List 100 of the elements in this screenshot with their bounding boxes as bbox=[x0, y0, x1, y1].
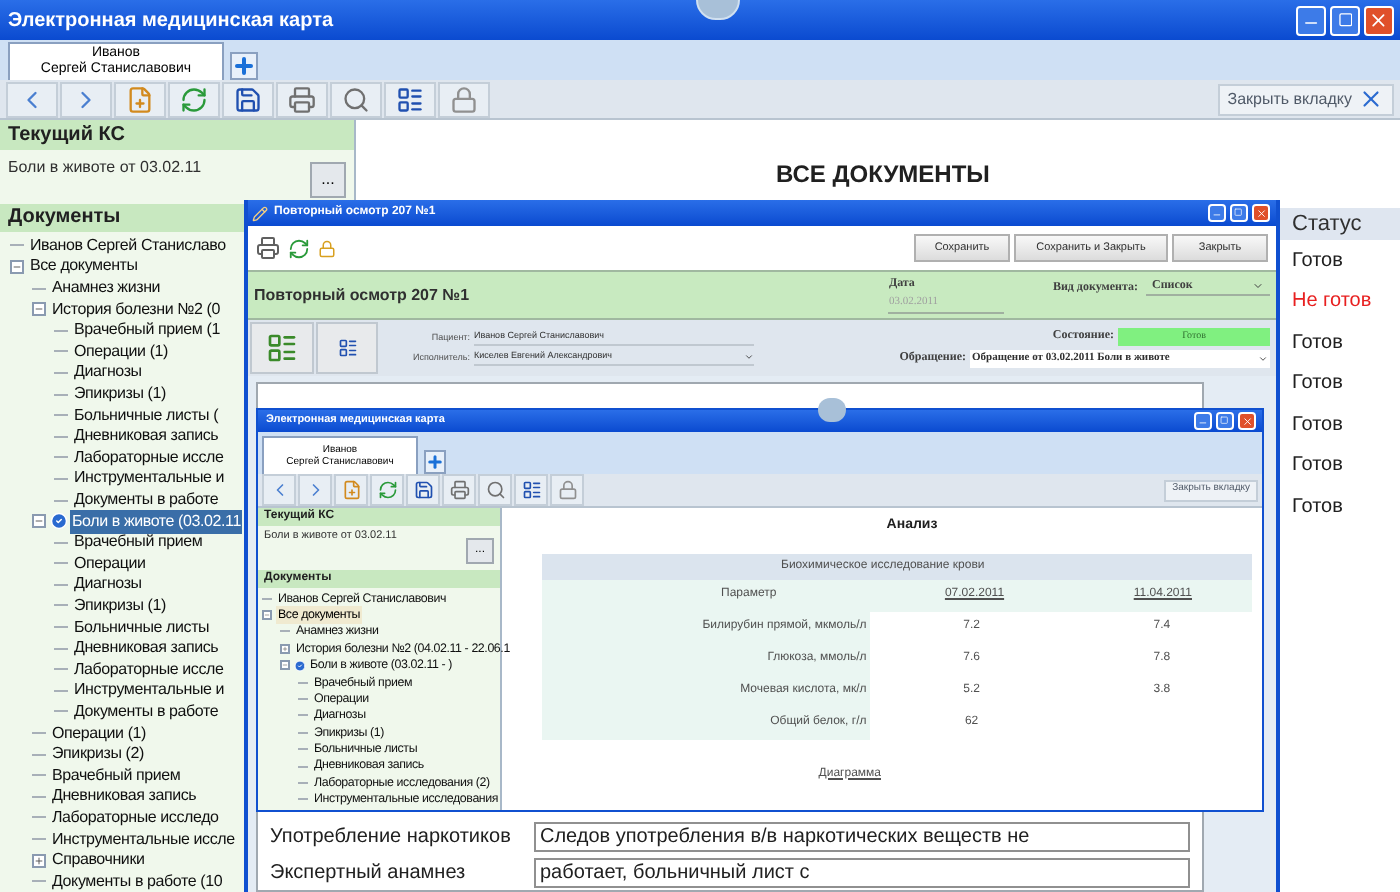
toolbar-button[interactable] bbox=[438, 81, 490, 117]
tree-line bbox=[31, 732, 45, 735]
tree-item[interactable]: Врачебный прием (1 bbox=[72, 318, 222, 343]
collapse-toggle[interactable] bbox=[9, 259, 23, 274]
close-button[interactable] bbox=[1238, 412, 1256, 430]
maximize-button[interactable] bbox=[1330, 5, 1360, 35]
maximize-button[interactable] bbox=[1230, 204, 1248, 222]
field-label: Экспертный анамнез bbox=[270, 859, 468, 887]
close-icon bbox=[1368, 9, 1390, 31]
collapse-toggle[interactable] bbox=[280, 660, 290, 671]
toolbar-button[interactable] bbox=[222, 81, 274, 117]
tree-item[interactable]: Дневниковая запись bbox=[72, 636, 221, 661]
minimize-button[interactable] bbox=[1194, 412, 1212, 430]
tree-item[interactable]: Операции bbox=[72, 551, 148, 576]
toolbar-button[interactable] bbox=[478, 474, 512, 506]
tree-line bbox=[31, 880, 45, 883]
minimize-button[interactable] bbox=[1208, 204, 1226, 222]
lock-icon bbox=[318, 239, 336, 257]
toolbar-button[interactable] bbox=[384, 81, 436, 117]
toolbar-button[interactable] bbox=[168, 81, 220, 117]
tree-item[interactable]: Врачебный прием bbox=[50, 763, 183, 788]
tree-item[interactable]: Все документы bbox=[28, 254, 140, 279]
tree-item[interactable]: Документы в работе bbox=[72, 699, 221, 724]
input-field[interactable]: работает, больничный лист с bbox=[534, 857, 1190, 887]
select-case-button[interactable]: ... bbox=[310, 162, 346, 198]
tree-item[interactable]: Документы в работе (10 bbox=[50, 869, 225, 892]
toolbar-button[interactable] bbox=[406, 474, 440, 506]
minus-icon bbox=[282, 662, 288, 669]
status-cell-text: Готов bbox=[1290, 493, 1345, 522]
tree-item[interactable]: Лабораторные иссле bbox=[72, 445, 226, 470]
tree-line bbox=[53, 456, 67, 459]
toolbar-button[interactable] bbox=[514, 474, 548, 506]
maximize-button[interactable] bbox=[1216, 412, 1234, 430]
tree-item[interactable]: Эпикризы (1) bbox=[72, 593, 168, 618]
tree-line bbox=[53, 647, 67, 650]
tree-item[interactable]: Операции (1) bbox=[72, 339, 171, 364]
tree-item[interactable]: Врачебный прием bbox=[72, 530, 205, 555]
list-button[interactable] bbox=[316, 322, 378, 374]
tree-line bbox=[53, 477, 67, 480]
tree-item[interactable]: Справочники bbox=[50, 848, 147, 873]
tree-item[interactable]: Дневниковая запись bbox=[72, 424, 221, 449]
expand-toggle[interactable] bbox=[31, 853, 45, 868]
lock-icon bbox=[450, 85, 478, 113]
collapse-toggle[interactable] bbox=[262, 610, 272, 621]
maximize-icon bbox=[1234, 208, 1244, 218]
input-field[interactable]: Следов употребления в/в наркотических веществ не bbox=[534, 821, 1190, 851]
tree-line bbox=[31, 816, 45, 819]
save-icon bbox=[413, 480, 433, 500]
preview-icon bbox=[485, 480, 505, 500]
close-tab-button[interactable]: Закрыть вкладку bbox=[1217, 83, 1394, 115]
check-circle-icon bbox=[294, 659, 306, 672]
tree-item[interactable]: Инструментальные и bbox=[72, 466, 227, 491]
tree-item[interactable]: Иванов Сергей Станиславо bbox=[28, 233, 228, 258]
tree-item[interactable]: Лабораторные исследо bbox=[50, 805, 221, 830]
expand-toggle[interactable] bbox=[280, 643, 290, 654]
tree-line bbox=[9, 244, 23, 247]
tree-item[interactable]: Дневниковая запись bbox=[50, 784, 199, 809]
tree-item[interactable]: Эпикризы (2) bbox=[50, 742, 146, 767]
tree-item[interactable]: Документы в работе bbox=[72, 488, 221, 513]
tree-item[interactable]: Эпикризы (1) bbox=[72, 382, 168, 407]
tree-line bbox=[53, 393, 67, 396]
tree-line bbox=[53, 371, 67, 374]
status-cell-text: Готов bbox=[1290, 247, 1345, 276]
toolbar-button[interactable] bbox=[550, 474, 584, 506]
toolbar-button[interactable] bbox=[276, 81, 328, 117]
toolbar-button[interactable] bbox=[370, 474, 404, 506]
tree-item[interactable]: Инструментальные иссле bbox=[50, 827, 237, 852]
status-cell-text: Готов bbox=[1290, 329, 1345, 358]
tree-item[interactable]: Анамнез жизни bbox=[50, 276, 163, 301]
tree-line bbox=[31, 753, 45, 756]
new-document-icon bbox=[126, 85, 154, 113]
tree-item[interactable]: Боли в животе (03.02.11 bbox=[70, 509, 243, 534]
pencil-icon bbox=[252, 205, 268, 221]
collapse-toggle[interactable] bbox=[31, 514, 45, 529]
minus-icon bbox=[33, 304, 43, 315]
tree-item[interactable]: Больничные листы bbox=[72, 615, 212, 640]
tree-line bbox=[53, 499, 67, 502]
minimize-button[interactable] bbox=[1296, 5, 1326, 35]
add-tab-button[interactable] bbox=[230, 52, 258, 80]
toolbar-button[interactable] bbox=[442, 474, 476, 506]
tree-item[interactable]: Операции (1) bbox=[50, 721, 149, 746]
toolbar-button[interactable] bbox=[330, 81, 382, 117]
caret-icon bbox=[1252, 280, 1264, 292]
tree-line bbox=[53, 626, 67, 629]
maximize-icon bbox=[1337, 12, 1353, 28]
tree-item[interactable]: Диагнозы bbox=[72, 360, 144, 385]
tree-item[interactable]: Инструментальные и bbox=[72, 678, 227, 703]
add-tab-button[interactable] bbox=[424, 450, 446, 474]
new-document-icon bbox=[341, 480, 361, 500]
tree-line bbox=[53, 414, 67, 417]
collapse-toggle[interactable] bbox=[31, 302, 45, 317]
caret-icon bbox=[1258, 354, 1268, 364]
tree-item[interactable]: Диагнозы bbox=[72, 572, 144, 597]
close-button[interactable] bbox=[1252, 204, 1270, 222]
current-case-text: Боли в животе от 03.02.11 bbox=[8, 156, 202, 180]
close-button[interactable] bbox=[1364, 5, 1394, 35]
tree-item[interactable]: Больничные листы ( bbox=[72, 403, 221, 428]
tree-item[interactable]: Лабораторные иссле bbox=[72, 657, 226, 682]
status-cell-text: Готов bbox=[1290, 411, 1345, 440]
tree-item[interactable]: История болезни №2 (0 bbox=[50, 297, 222, 322]
